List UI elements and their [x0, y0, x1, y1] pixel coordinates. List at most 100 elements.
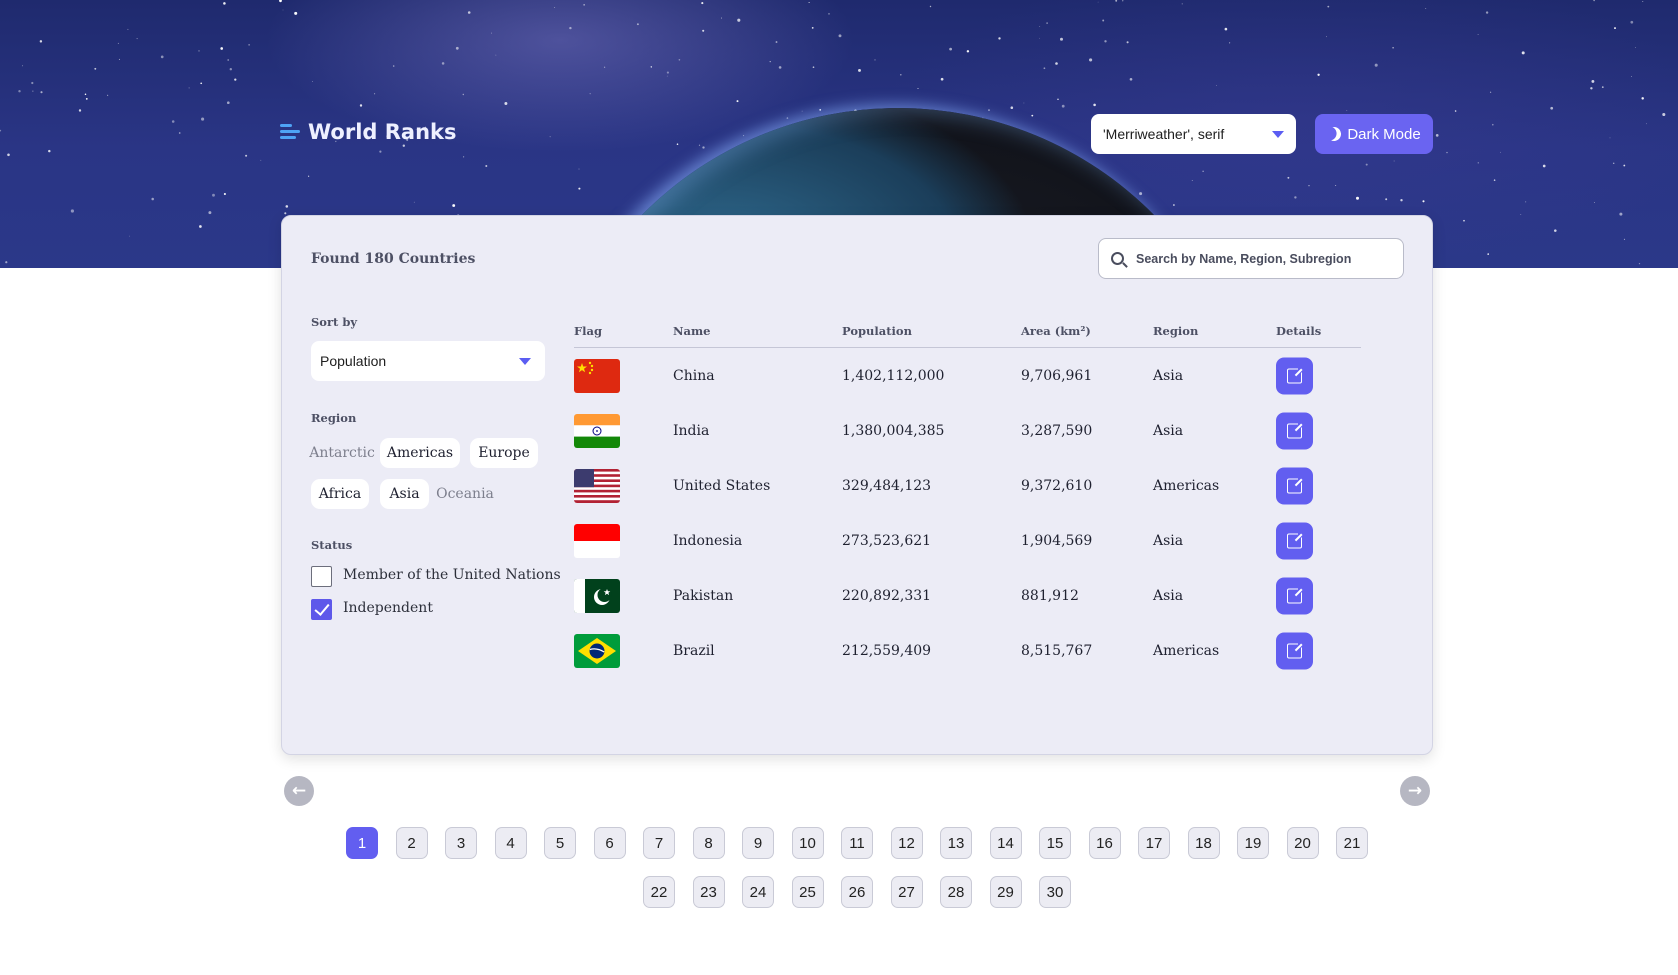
prev-page-button[interactable]: ← [284, 776, 314, 806]
country-name: Indonesia [673, 532, 743, 549]
page-button-13[interactable]: 13 [940, 827, 972, 859]
dark-mode-button[interactable]: Dark Mode [1315, 114, 1433, 154]
page-button-4[interactable]: 4 [494, 827, 527, 859]
page-button-17[interactable]: 17 [1138, 827, 1170, 859]
page-button-16[interactable]: 16 [1088, 827, 1121, 859]
external-link-icon [1287, 365, 1305, 383]
page-button-1[interactable]: 1 [346, 827, 378, 859]
search-icon [1111, 252, 1124, 265]
country-population: 212,559,409 [842, 642, 932, 659]
details-button[interactable] [1276, 577, 1313, 614]
country-population: 1,402,112,000 [842, 367, 945, 384]
details-button[interactable] [1276, 467, 1313, 504]
country-population: 273,523,621 [842, 532, 932, 549]
page-button-14[interactable]: 14 [989, 827, 1022, 859]
search-box[interactable] [1098, 238, 1404, 279]
country-name: China [673, 367, 715, 384]
country-region: Americas [1153, 642, 1220, 659]
page-button-5[interactable]: 5 [544, 827, 576, 859]
col-header-flag: Flag [574, 324, 603, 338]
page-button-26[interactable]: 26 [841, 876, 873, 908]
col-header-region: Region [1153, 324, 1199, 338]
usa-flag [574, 468, 620, 503]
page-button-23[interactable]: 23 [692, 876, 725, 908]
col-header-name: Name [673, 324, 711, 338]
page-button-24[interactable]: 24 [742, 876, 774, 908]
country-name: United States [673, 477, 771, 494]
table-row[interactable]: Pakistan 220,892,331 881,912 Asia [282, 568, 1432, 623]
brand-logo[interactable]: World Ranks [280, 120, 457, 144]
table-row[interactable]: United States 329,484,123 9,372,610 Amer… [282, 458, 1432, 513]
page-button-25[interactable]: 25 [791, 876, 824, 908]
page-button-11[interactable]: 11 [841, 827, 873, 859]
col-header-population: Population [842, 324, 912, 338]
chevron-down-icon [1272, 130, 1284, 138]
dark-mode-label: Dark Mode [1347, 125, 1421, 143]
page-button-3[interactable]: 3 [445, 827, 477, 859]
page-button-12[interactable]: 12 [890, 827, 923, 859]
country-region: Asia [1153, 532, 1184, 549]
details-button[interactable] [1276, 412, 1313, 449]
page-button-6[interactable]: 6 [593, 827, 626, 859]
page-button-21[interactable]: 21 [1336, 827, 1368, 859]
country-area: 881,912 [1021, 587, 1079, 604]
details-button[interactable] [1276, 522, 1313, 559]
country-region: Asia [1153, 367, 1184, 384]
page-button-9[interactable]: 9 [742, 827, 774, 859]
external-link-icon [1287, 585, 1305, 603]
table-row[interactable]: India 1,380,004,385 3,287,590 Asia [282, 403, 1432, 458]
china-flag [574, 358, 620, 393]
search-input[interactable] [1134, 250, 1388, 267]
country-area: 9,706,961 [1021, 367, 1093, 384]
page-button-7[interactable]: 7 [643, 827, 675, 859]
col-header-area: Area (km²) [1021, 324, 1091, 338]
arrow-right-icon: → [1407, 781, 1423, 801]
col-header-details: Details [1276, 324, 1322, 338]
bars-icon [280, 124, 300, 140]
external-link-icon [1287, 640, 1305, 658]
page-button-10[interactable]: 10 [791, 827, 824, 859]
page-button-15[interactable]: 15 [1039, 827, 1071, 859]
country-name: Brazil [673, 642, 715, 659]
arrow-left-icon: ← [291, 781, 307, 801]
page-button-28[interactable]: 28 [940, 876, 972, 908]
details-button[interactable] [1276, 632, 1313, 669]
moon-icon [1325, 125, 1343, 143]
page-button-19[interactable]: 19 [1237, 827, 1269, 859]
country-population: 1,380,004,385 [842, 422, 945, 439]
table-row[interactable]: Brazil 212,559,409 8,515,767 Americas [282, 623, 1432, 678]
external-link-icon [1287, 475, 1305, 493]
country-name: Pakistan [673, 587, 734, 604]
font-select[interactable]: 'Merriweather', serif [1091, 114, 1296, 154]
details-button[interactable] [1276, 357, 1313, 394]
page-button-2[interactable]: 2 [395, 827, 428, 859]
country-region: Asia [1153, 422, 1184, 439]
country-area: 1,904,569 [1021, 532, 1093, 549]
page-button-18[interactable]: 18 [1187, 827, 1220, 859]
external-link-icon [1287, 530, 1305, 548]
next-page-button[interactable]: → [1400, 776, 1430, 806]
pakistan-flag [574, 578, 620, 613]
font-select-value: 'Merriweather', serif [1103, 126, 1225, 142]
country-population: 220,892,331 [842, 587, 932, 604]
external-link-icon [1287, 420, 1305, 438]
country-population: 329,484,123 [842, 477, 932, 494]
page-button-8[interactable]: 8 [692, 827, 725, 859]
brazil-flag [574, 633, 620, 668]
country-area: 9,372,610 [1021, 477, 1093, 494]
country-area: 3,287,590 [1021, 422, 1093, 439]
page-button-22[interactable]: 22 [643, 876, 675, 908]
country-area: 8,515,767 [1021, 642, 1093, 659]
page-button-20[interactable]: 20 [1286, 827, 1319, 859]
table-row[interactable]: Indonesia 273,523,621 1,904,569 Asia [282, 513, 1432, 568]
sort-label: Sort by [311, 315, 358, 329]
table-row[interactable]: China 1,402,112,000 9,706,961 Asia [282, 348, 1432, 403]
results-count: Found 180 Countries [311, 251, 476, 267]
country-region: Americas [1153, 477, 1220, 494]
brand-title: World Ranks [308, 120, 457, 144]
page-button-27[interactable]: 27 [890, 876, 923, 908]
country-name: India [673, 422, 710, 439]
page-button-30[interactable]: 30 [1039, 876, 1071, 908]
india-flag [574, 413, 620, 448]
page-button-29[interactable]: 29 [989, 876, 1022, 908]
